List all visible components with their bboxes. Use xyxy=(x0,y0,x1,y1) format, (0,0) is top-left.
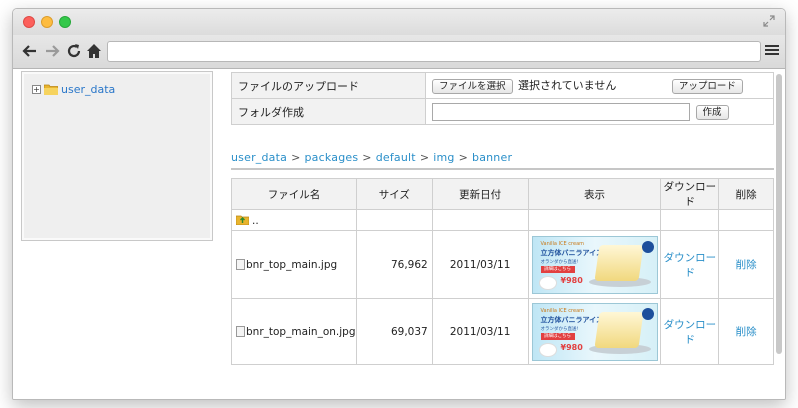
download-link[interactable]: ダウンロード xyxy=(664,252,717,279)
choose-file-button[interactable]: ファイルを選択 xyxy=(432,79,513,94)
file-date: 2011/03/11 xyxy=(431,298,529,365)
table-row-parent[interactable]: .. xyxy=(231,209,774,231)
browser-window: + user_data ファイルのアップロード ファイルを選択 選択されていませ… xyxy=(12,8,786,400)
file-size: 69,037 xyxy=(355,298,433,365)
folder-icon xyxy=(44,84,58,95)
browser-toolbar xyxy=(13,35,785,69)
fullscreen-icon[interactable] xyxy=(763,15,775,27)
breadcrumb-item[interactable]: user_data xyxy=(231,151,287,164)
file-size: 76,962 xyxy=(355,230,433,299)
banner-thumbnail[interactable]: Vanilla ICE cream 立方体バニラアイス オランダから直送! 詳細… xyxy=(531,235,658,294)
folder-name-input[interactable] xyxy=(432,102,690,121)
breadcrumb-item[interactable]: default xyxy=(376,151,416,164)
mascot-image xyxy=(538,275,557,290)
breadcrumb-separator: > xyxy=(458,151,469,164)
title-bar xyxy=(13,9,785,35)
table-header-row: ファイル名 サイズ 更新日付 表示 ダウンロード 削除 xyxy=(231,178,774,210)
file-name-cell[interactable]: bnr_top_main.jpg xyxy=(231,230,357,299)
preview-cell: Vanilla ICE cream 立方体バニラアイス オランダから直送! 詳細… xyxy=(527,298,662,365)
delete-link[interactable]: 削除 xyxy=(736,326,757,338)
close-window-button[interactable] xyxy=(23,16,35,28)
ice-cream-image xyxy=(593,311,644,348)
file-name-cell[interactable]: bnr_top_main_on.jpg xyxy=(231,298,357,365)
header-delete: 削除 xyxy=(718,178,774,210)
banner-thumbnail[interactable]: Vanilla ICE cream 立方体バニラアイス オランダから直送! 詳細… xyxy=(531,302,658,361)
zoom-window-button[interactable] xyxy=(59,16,71,28)
header-download: ダウンロード xyxy=(660,178,720,210)
create-folder-controls: 作成 xyxy=(425,98,774,125)
breadcrumb-item[interactable]: banner xyxy=(472,151,512,164)
parent-folder-label[interactable]: .. xyxy=(252,215,259,227)
expand-toggle[interactable]: + xyxy=(32,85,41,94)
header-size: サイズ xyxy=(355,178,433,210)
banner-line1: Vanilla ICE cream xyxy=(540,307,585,314)
breadcrumb-item[interactable]: packages xyxy=(305,151,359,164)
preview-cell: Vanilla ICE cream 立方体バニラアイス オランダから直送! 詳細… xyxy=(527,230,662,299)
upload-label: ファイルのアップロード xyxy=(231,72,426,99)
tree-item-label[interactable]: user_data xyxy=(61,83,115,96)
file-name[interactable]: bnr_top_main.jpg xyxy=(246,259,337,271)
file-list-table: ファイル名 サイズ 更新日付 表示 ダウンロード 削除 .. bnr_top_m… xyxy=(231,178,774,365)
download-cell: ダウンロード xyxy=(660,230,720,299)
parent-folder-icon xyxy=(236,215,249,225)
banner-line2: 立方体バニラアイス xyxy=(540,315,603,324)
create-folder-button[interactable]: 作成 xyxy=(695,104,729,120)
ice-cream-image xyxy=(593,244,644,281)
vertical-scrollbar[interactable] xyxy=(775,74,783,394)
folder-tree-panel: + user_data xyxy=(21,71,213,241)
banner-button: 詳細はこちら xyxy=(540,265,575,273)
mascot-image xyxy=(538,342,557,357)
delete-cell: 削除 xyxy=(718,298,774,365)
home-icon[interactable] xyxy=(85,42,103,60)
back-icon[interactable] xyxy=(21,42,39,60)
delete-link[interactable]: 削除 xyxy=(736,259,757,271)
header-date: 更新日付 xyxy=(431,178,529,210)
menu-icon[interactable] xyxy=(765,43,779,59)
banner-line1: Vanilla ICE cream xyxy=(540,240,585,247)
breadcrumb-separator: > xyxy=(419,151,430,164)
badge-icon xyxy=(641,240,654,253)
banner-line2: 立方体バニラアイス xyxy=(540,248,603,257)
banner-line3: オランダから直送! xyxy=(540,326,579,332)
tree-item-user-data[interactable]: + user_data xyxy=(32,83,115,96)
banner-button: 詳細はこちら xyxy=(540,332,575,340)
breadcrumb: user_data > packages > default > img > banner xyxy=(231,151,512,164)
download-cell: ダウンロード xyxy=(660,298,720,365)
breadcrumb-item[interactable]: img xyxy=(433,151,454,164)
page-content: + user_data ファイルのアップロード ファイルを選択 選択されていませ… xyxy=(13,70,785,399)
table-row: bnr_top_main_on.jpg 69,037 2011/03/11 Va… xyxy=(231,298,774,365)
breadcrumb-separator: > xyxy=(291,151,301,164)
banner-price: ¥980 xyxy=(560,342,583,352)
create-folder-label: フォルダ作成 xyxy=(231,98,426,125)
no-file-selected-text: 選択されていません xyxy=(518,79,617,92)
scrollbar-thumb[interactable] xyxy=(776,74,782,354)
download-link[interactable]: ダウンロード xyxy=(664,319,717,346)
badge-icon xyxy=(641,307,654,320)
file-icon xyxy=(236,258,245,270)
minimize-window-button[interactable] xyxy=(41,16,53,28)
upload-form-table: ファイルのアップロード ファイルを選択 選択されていません アップロード フォル… xyxy=(231,72,774,125)
file-icon xyxy=(236,325,245,337)
file-date: 2011/03/11 xyxy=(431,230,529,299)
parent-folder-cell[interactable]: .. xyxy=(231,209,357,231)
banner-price: ¥980 xyxy=(560,275,583,285)
upload-controls: ファイルを選択 選択されていません アップロード xyxy=(425,72,774,99)
divider xyxy=(231,168,774,170)
header-filename: ファイル名 xyxy=(231,178,357,210)
upload-button[interactable]: アップロード xyxy=(671,79,743,94)
banner-line3: オランダから直送! xyxy=(540,259,579,265)
header-preview: 表示 xyxy=(527,178,662,210)
breadcrumb-separator: > xyxy=(362,151,372,164)
delete-cell: 削除 xyxy=(718,230,774,299)
table-row: bnr_top_main.jpg 76,962 2011/03/11 Vanil… xyxy=(231,230,774,299)
file-name[interactable]: bnr_top_main_on.jpg xyxy=(246,326,356,338)
address-bar[interactable] xyxy=(107,41,761,62)
forward-icon[interactable] xyxy=(43,42,61,60)
reload-icon[interactable] xyxy=(65,42,83,60)
